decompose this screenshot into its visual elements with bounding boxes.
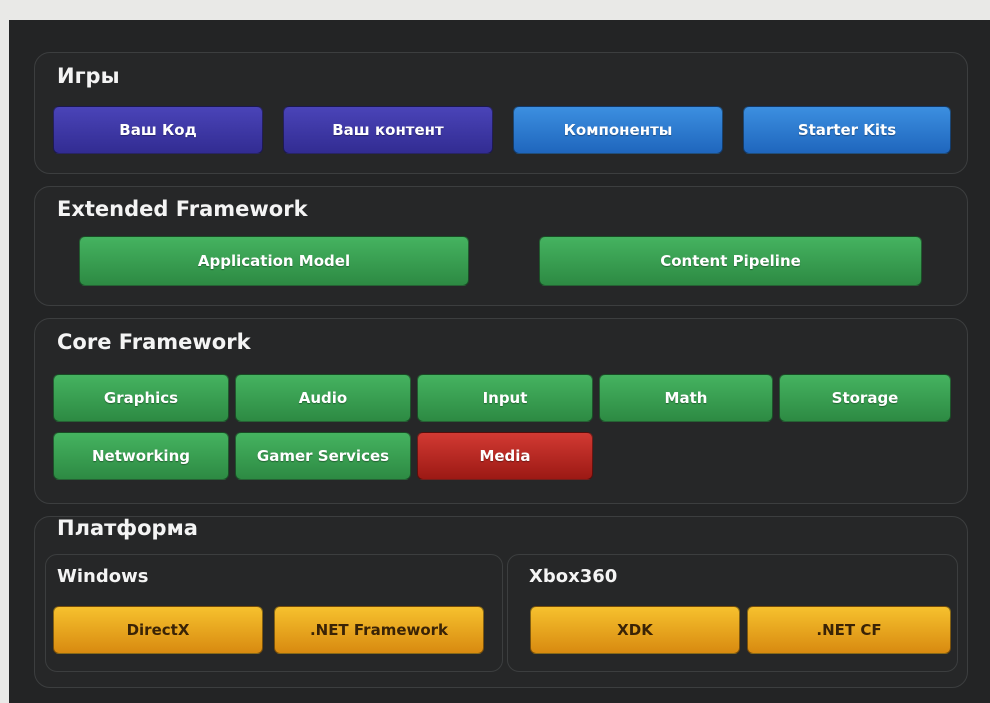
your-content-box: Ваш контент bbox=[283, 106, 493, 154]
your-code-box: Ваш Код bbox=[53, 106, 263, 154]
core-framework-title: Core Framework bbox=[57, 330, 251, 354]
media-box: Media bbox=[417, 432, 593, 480]
math-box: Math bbox=[599, 374, 773, 422]
graphics-box: Graphics bbox=[53, 374, 229, 422]
components-box: Компоненты bbox=[513, 106, 723, 154]
networking-box: Networking bbox=[53, 432, 229, 480]
storage-box: Storage bbox=[779, 374, 951, 422]
extended-framework-title: Extended Framework bbox=[57, 197, 308, 221]
net-cf-box: .NET CF bbox=[747, 606, 951, 654]
gamer-services-box: Gamer Services bbox=[235, 432, 411, 480]
net-framework-box: .NET Framework bbox=[274, 606, 484, 654]
games-layer-title: Игры bbox=[57, 64, 120, 88]
starter-kits-box: Starter Kits bbox=[743, 106, 951, 154]
application-model-box: Application Model bbox=[79, 236, 469, 286]
content-pipeline-box: Content Pipeline bbox=[539, 236, 922, 286]
architecture-diagram: Игры Ваш Код Ваш контент Компоненты Star… bbox=[9, 20, 990, 703]
platform-title: Платформа bbox=[57, 516, 198, 540]
audio-box: Audio bbox=[235, 374, 411, 422]
page-frame: Игры Ваш Код Ваш контент Компоненты Star… bbox=[0, 0, 990, 703]
xbox-title: Xbox360 bbox=[529, 566, 618, 587]
xdk-box: XDK bbox=[530, 606, 740, 654]
directx-box: DirectX bbox=[53, 606, 263, 654]
windows-title: Windows bbox=[57, 566, 149, 587]
input-box: Input bbox=[417, 374, 593, 422]
